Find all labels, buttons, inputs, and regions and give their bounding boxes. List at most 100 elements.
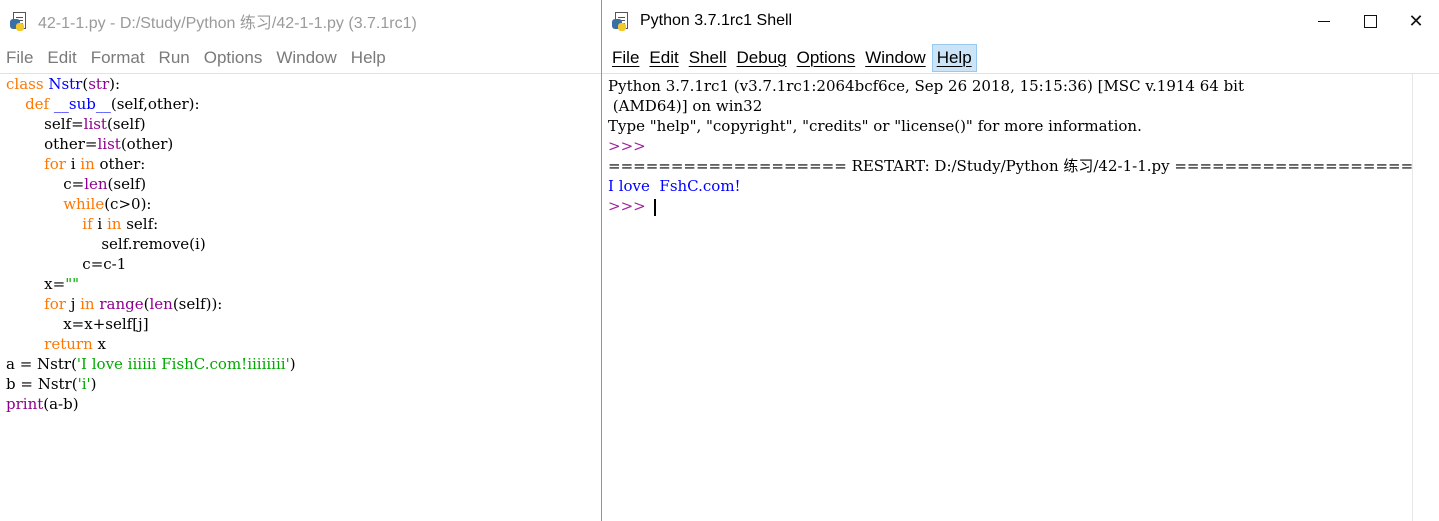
editor-menu-options[interactable]: Options	[204, 48, 263, 68]
token: if	[82, 215, 93, 233]
editor-menu-file[interactable]: File	[6, 48, 33, 68]
close-icon: ✕	[1408, 10, 1424, 32]
shell-line: =================== RESTART: D:/Study/Py…	[602, 156, 1413, 176]
token: in	[80, 155, 95, 173]
shell-line: >>>	[602, 196, 1413, 216]
code-line: for j in range(len(self)):	[0, 294, 601, 314]
editor-window: 42-1-1.py - D:/Study/Python 练习/42-1-1.py…	[0, 0, 601, 521]
token: self=	[6, 115, 84, 133]
token: in	[80, 295, 95, 313]
token: (AMD64)] on win32	[608, 97, 763, 115]
token: i	[65, 155, 81, 173]
token: self:	[121, 215, 159, 233]
token: >>>	[608, 137, 646, 155]
token: j	[65, 295, 81, 313]
token: return	[44, 335, 93, 353]
token: b = Nstr(	[6, 375, 78, 393]
token: list	[83, 115, 107, 133]
code-line: print(a-b)	[0, 394, 601, 414]
token: self.remove(i)	[6, 235, 206, 253]
code-line: self.remove(i)	[0, 234, 601, 254]
token: I love FshC.com!	[608, 177, 741, 195]
maximize-icon	[1363, 14, 1377, 28]
token: >>>	[608, 197, 651, 215]
token: c=c-1	[6, 255, 127, 273]
editor-titlebar[interactable]: 42-1-1.py - D:/Study/Python 练习/42-1-1.py…	[0, 0, 601, 42]
shell-output-area[interactable]: Python 3.7.1rc1 (v3.7.1rc1:2064bcf6ce, S…	[602, 76, 1413, 521]
editor-code-area[interactable]: class Nstr(str): def __sub__(self,other)…	[0, 74, 601, 521]
token: print	[6, 395, 44, 413]
shell-vertical-scrollbar[interactable]	[1412, 74, 1439, 521]
code-line: x=""	[0, 274, 601, 294]
shell-window: Python 3.7.1rc1 Shell ✕ File Edit Shell Deb…	[601, 0, 1439, 521]
maximize-button[interactable]	[1347, 0, 1393, 42]
token: a = Nstr(	[6, 355, 77, 373]
token: ""	[65, 275, 79, 293]
shell-menu-edit[interactable]: Edit	[645, 45, 682, 71]
editor-title: 42-1-1.py - D:/Study/Python 练习/42-1-1.py…	[38, 15, 417, 32]
code-line: def __sub__(self,other):	[0, 94, 601, 114]
token: Python 3.7.1rc1 (v3.7.1rc1:2064bcf6ce, S…	[608, 77, 1245, 95]
minimize-icon	[1318, 20, 1330, 22]
code-line: return x	[0, 334, 601, 354]
token: def	[25, 95, 50, 113]
editor-menu-edit[interactable]: Edit	[47, 48, 76, 68]
token: )	[289, 355, 296, 373]
close-button[interactable]: ✕	[1393, 0, 1439, 42]
token: __sub__	[53, 95, 111, 113]
editor-menu-run[interactable]: Run	[159, 48, 190, 68]
token: (a-b)	[43, 395, 79, 413]
shell-menu-debug[interactable]: Debug	[733, 45, 791, 71]
token: (self)):	[172, 295, 223, 313]
token: str	[88, 75, 110, 93]
shell-menu-options[interactable]: Options	[793, 45, 860, 71]
window-controls: ✕	[1301, 0, 1439, 42]
shell-menu-help[interactable]: Help	[931, 43, 977, 72]
token: 'i'	[77, 375, 91, 393]
editor-menubar: File Edit Format Run Options Window Help	[0, 42, 601, 74]
shell-menu-shell[interactable]: Shell	[685, 45, 731, 71]
code-line: b = Nstr('i')	[0, 374, 601, 394]
shell-line: Python 3.7.1rc1 (v3.7.1rc1:2064bcf6ce, S…	[602, 76, 1413, 96]
token: x=x+self[j]	[6, 315, 149, 333]
token: Type "help", "copyright", "credits" or "…	[608, 117, 1142, 135]
text-cursor	[654, 198, 657, 216]
code-line: other=list(other)	[0, 134, 601, 154]
token: Nstr	[48, 75, 83, 93]
editor-menu-help[interactable]: Help	[351, 48, 386, 68]
shell-line: I love FshC.com!	[602, 176, 1413, 196]
token: class	[6, 75, 44, 93]
shell-menu-window[interactable]: Window	[861, 45, 929, 71]
minimize-button[interactable]	[1301, 0, 1347, 42]
idle-python-shell-icon	[612, 11, 632, 31]
token: 'I love iiiiii FishC.com!iiiiiiii'	[76, 355, 290, 373]
token: (other)	[120, 135, 174, 153]
token: x=	[6, 275, 66, 293]
code-line: x=x+self[j]	[0, 314, 601, 334]
shell-line: Type "help", "copyright", "credits" or "…	[602, 116, 1413, 136]
token: (self)	[106, 115, 146, 133]
code-line: if i in self:	[0, 214, 601, 234]
editor-menu-window[interactable]: Window	[276, 48, 336, 68]
code-line: self=list(self)	[0, 114, 601, 134]
shell-title: Python 3.7.1rc1 Shell	[640, 12, 793, 29]
token: in	[107, 215, 122, 233]
shell-menu-file[interactable]: File	[608, 45, 643, 71]
token: =================== RESTART: D:/Study/Py…	[608, 157, 1414, 175]
token: len	[84, 175, 108, 193]
token: (self)	[107, 175, 147, 193]
token: other=	[6, 135, 98, 153]
token: while	[63, 195, 105, 213]
token: for	[44, 295, 66, 313]
code-line: a = Nstr('I love iiiiii FishC.com!iiiiii…	[0, 354, 601, 374]
token: c=	[6, 175, 85, 193]
code-line: while(c>0):	[0, 194, 601, 214]
shell-titlebar[interactable]: Python 3.7.1rc1 Shell ✕	[602, 0, 1439, 42]
editor-menu-format[interactable]: Format	[91, 48, 145, 68]
token: (self,other):	[110, 95, 200, 113]
